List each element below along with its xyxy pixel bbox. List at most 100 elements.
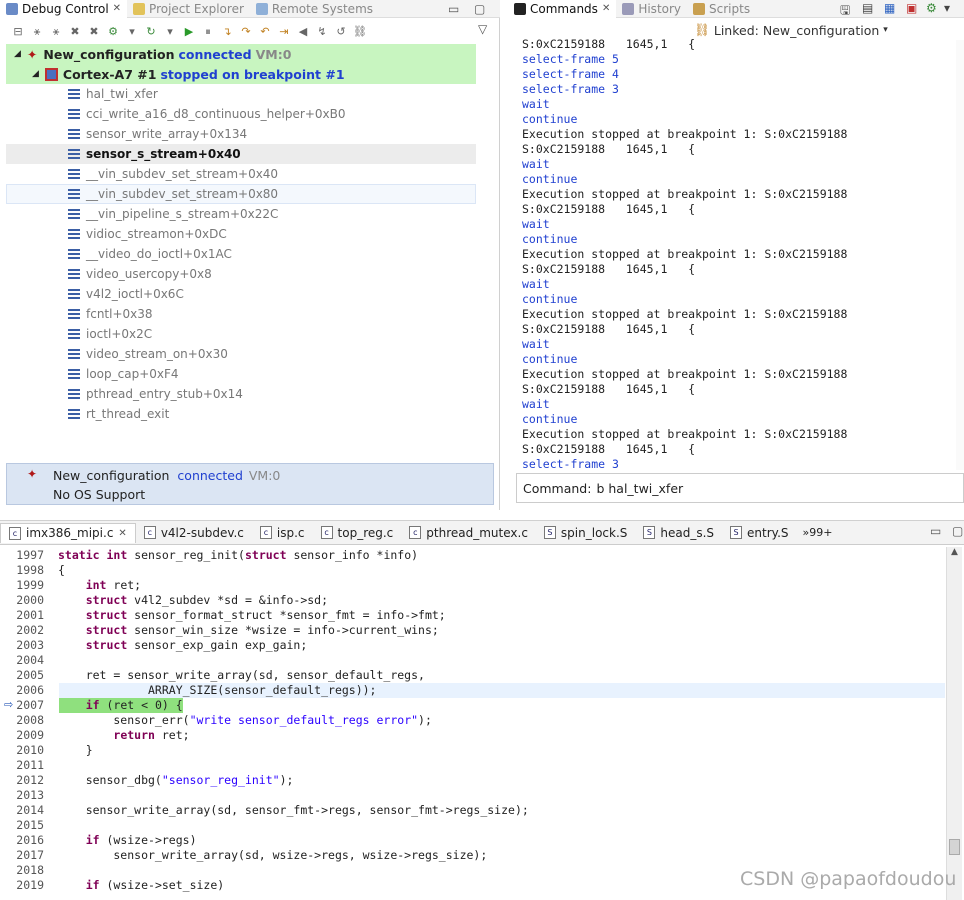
stack-frame-item[interactable]: video_usercopy+0x8 <box>68 264 212 284</box>
editor-tab[interactable]: c top_reg.c <box>313 523 402 543</box>
tab-commands[interactable]: Commands ✕ <box>508 0 617 18</box>
stack-frame-item[interactable]: v4l2_ioctl+0x6C <box>68 284 184 304</box>
maximize-icon[interactable]: ▢ <box>952 524 963 538</box>
stack-frame-item[interactable]: __vin_subdev_set_stream+0x80 <box>68 184 278 204</box>
scroll-up-icon[interactable]: ▲ <box>947 547 962 561</box>
editor-tab[interactable]: c v4l2-subdev.c <box>136 523 252 543</box>
remote-systems-icon <box>255 2 268 15</box>
stack-frame-item[interactable]: vidioc_streamon+0xDC <box>68 224 227 244</box>
project-explorer-icon <box>133 2 146 15</box>
chevron-down-icon[interactable]: ▾ <box>162 24 178 40</box>
stack-frame-label: video_stream_on+0x30 <box>86 347 228 361</box>
code-text: ret = sensor_write_array(sd, sensor_defa… <box>58 668 425 682</box>
stack-frame-item[interactable]: cci_write_a16_d8_continuous_helper+0xB0 <box>68 104 345 124</box>
tab-debug-control[interactable]: Debug Control ✕ <box>0 0 128 18</box>
code-text: struct sensor_win_size *wsize = info->cu… <box>85 623 439 637</box>
debug-launch-icon[interactable]: ⚙ <box>105 24 121 40</box>
step-over-icon[interactable]: ↷ <box>238 24 254 40</box>
minimize-icon[interactable]: ▭ <box>448 2 459 16</box>
stack-frame-item[interactable]: pthread_entry_stub+0x14 <box>68 384 243 404</box>
line-number: 2013 <box>16 788 44 802</box>
stack-frame-item[interactable]: video_stream_on+0x30 <box>68 344 228 364</box>
stack-frame-label: fcntl+0x38 <box>86 307 153 321</box>
stack-frame-item[interactable]: __video_do_ioctl+0x1AC <box>68 244 232 264</box>
code-text: if (wsize->set_size) <box>85 878 225 892</box>
disconnect-icon[interactable]: ⚹ <box>48 24 64 40</box>
session-row[interactable]: ◢ ✦ New_configuration connected VM:0 <box>6 44 476 64</box>
editor-tab[interactable]: c isp.c <box>252 523 313 543</box>
refresh-icon[interactable]: ↻ <box>143 24 159 40</box>
maximize-icon[interactable]: ▢ <box>474 2 485 16</box>
command-output-line: S:0xC2159188 1645,1 { <box>522 382 696 396</box>
run-script-icon[interactable]: ⚙ <box>926 1 937 15</box>
save-icon[interactable]: 🖫 <box>840 1 850 22</box>
collapse-all-icon[interactable]: ⊟ <box>10 24 26 40</box>
close-icon[interactable]: ✕ <box>113 3 121 14</box>
command-output-line: Execution stopped at breakpoint 1: S:0xC… <box>522 367 848 381</box>
stack-frame-item[interactable]: sensor_write_array+0x134 <box>68 124 247 144</box>
tab-history[interactable]: History <box>616 0 687 18</box>
editor-tab[interactable]: c pthread_mutex.c <box>401 523 536 543</box>
code-line: 1997 static int sensor_reg_init(struct se… <box>0 548 946 563</box>
editor-tab-label: imx386_mipi.c <box>26 526 114 540</box>
stack-frame-item[interactable]: sensor_s_stream+0x40 <box>68 144 241 164</box>
resume-icon[interactable]: ▶ <box>181 24 197 40</box>
line-number: 2000 <box>16 593 44 607</box>
minimize-icon[interactable]: ▭ <box>930 524 941 538</box>
vertical-scrollbar[interactable]: ▲ <box>946 547 962 900</box>
clear-icon[interactable]: ▦ <box>884 1 895 15</box>
scrollbar-track[interactable] <box>956 40 964 470</box>
reverse-icon[interactable]: ↺ <box>333 24 349 40</box>
editor-tab[interactable]: Shead_s.S <box>635 523 722 543</box>
stack-frame-item[interactable]: ioctl+0x2C <box>68 324 152 344</box>
instruction-step-icon[interactable]: ↯ <box>314 24 330 40</box>
command-output-line: continue <box>522 352 578 366</box>
chevron-down-icon[interactable]: ▾ <box>124 24 140 40</box>
command-output-line: continue <box>522 112 578 126</box>
editor-tab[interactable]: c imx386_mipi.c ✕ <box>0 522 136 543</box>
expand-icon[interactable]: ◢ <box>14 49 21 59</box>
back-icon[interactable]: ◀ <box>295 24 311 40</box>
stack-frame-item[interactable]: __vin_subdev_set_stream+0x40 <box>68 164 278 184</box>
session-name: New_configuration <box>43 46 175 62</box>
stack-frame-item[interactable]: loop_cap+0xF4 <box>68 364 179 384</box>
stack-frame-item[interactable]: __vin_pipeline_s_stream+0x22C <box>68 204 278 224</box>
tab-overflow-indicator[interactable]: »99+ <box>803 526 833 539</box>
expand-icon[interactable]: ◢ <box>32 69 39 79</box>
stack-frame-item[interactable]: rt_thread_exit <box>68 404 169 424</box>
export-icon[interactable]: ▤ <box>862 1 873 15</box>
editor-tab[interactable]: Sentry.S <box>722 523 796 543</box>
command-input[interactable]: b hal_twi_xfer <box>596 481 683 496</box>
chevron-down-icon[interactable]: ▾ <box>944 1 950 15</box>
close-icon[interactable]: ✕ <box>118 528 126 539</box>
tab-scripts[interactable]: Scripts <box>687 0 756 18</box>
debug-tabbar: Debug Control ✕ Project Explorer Remote … <box>0 0 500 18</box>
close-icon[interactable]: ✕ <box>602 3 610 14</box>
command-label: Command: <box>523 480 592 496</box>
remove-all-icon[interactable]: ✖ <box>86 24 102 40</box>
remove-icon[interactable]: ✖ <box>67 24 83 40</box>
step-return-icon[interactable]: ↶ <box>257 24 273 40</box>
command-output-line: continue <box>522 232 578 246</box>
tab-remote-systems[interactable]: Remote Systems <box>250 0 379 18</box>
history-icon <box>622 2 635 15</box>
editor-tab-label: entry.S <box>747 525 789 540</box>
run-to-icon[interactable]: ⇥ <box>276 24 292 40</box>
line-number: 1998 <box>16 563 44 577</box>
core-row[interactable]: ◢ Cortex-A7 #1 stopped on breakpoint #1 <box>6 64 476 84</box>
record-icon[interactable]: ▣ <box>906 1 917 15</box>
suspend-icon[interactable]: ⏸ <box>200 24 216 40</box>
command-output-line: S:0xC2159188 1645,1 { <box>522 442 696 456</box>
scroll-thumb[interactable] <box>949 839 960 855</box>
connect-icon[interactable]: ⚹ <box>29 24 45 40</box>
stack-frame-item[interactable]: hal_twi_xfer <box>68 84 158 104</box>
tab-project-explorer[interactable]: Project Explorer <box>127 0 250 18</box>
linked-selector[interactable]: ⛓ Linked: New_configuration ▾ <box>694 22 888 38</box>
view-menu-icon[interactable]: ▽ <box>478 22 487 36</box>
stack-frame-icon <box>68 249 80 259</box>
link-icon[interactable]: ⛓ <box>352 24 368 40</box>
step-into-icon[interactable]: ↴ <box>219 24 235 40</box>
stack-frame-item[interactable]: fcntl+0x38 <box>68 304 153 324</box>
code-line: 2001 struct sensor_format_struct *sensor… <box>0 608 946 623</box>
editor-tab[interactable]: Sspin_lock.S <box>536 523 635 543</box>
